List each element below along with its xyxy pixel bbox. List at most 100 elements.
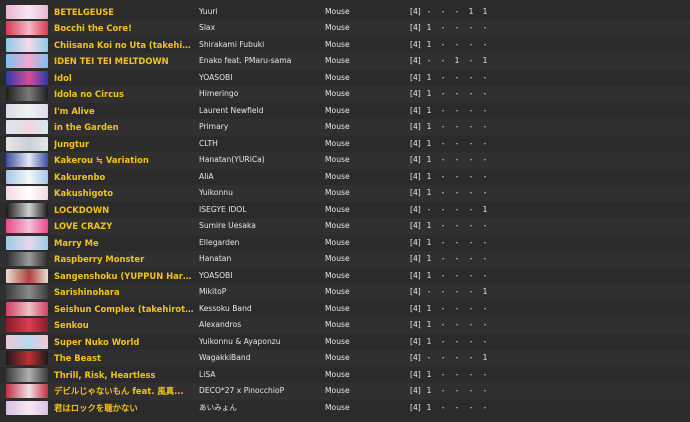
count-cell: 1 [426,369,432,379]
table-row[interactable]: Super Nuko World Yuikonnu & Ayaponzu Mouse… [0,334,690,351]
input-device: Mouse [325,155,350,164]
count-cell: - [483,171,487,181]
table-row[interactable]: LOVE CRAZY Sumire Uesaka Mouse [4] 1- - - - [0,218,690,235]
table-row[interactable]: I'm Alive Laurent Newfield Mouse [4] 1- - - - [0,103,690,120]
count-cell: - [469,23,473,32]
song-jacket-thumbnail [6,384,48,398]
count-cell: - [441,270,445,280]
input-device: Mouse [325,138,350,148]
count-cell: 1 [426,237,432,247]
table-row[interactable]: 君はロックを聴かない あいみょん Mouse [4] 1- - - - [0,400,690,417]
count-cell: 1 [482,353,488,362]
difficulty-level: [4] [410,188,421,197]
song-title[interactable]: in the Garden [54,119,194,136]
table-row[interactable]: Marry Me Ellegarden Mouse [4] 1- - - - [0,235,690,252]
song-artist: MikitoP [199,287,227,296]
song-title[interactable]: Raspberry Monster [54,251,194,268]
song-title[interactable]: Senkou [54,317,194,334]
table-row[interactable]: Chiisana Koi no Uta (takehirotei ... Shir… [0,37,690,54]
song-title[interactable]: Bocchi the Core! [54,20,194,37]
table-row[interactable]: Senkou Alexandros Mouse [4] 1- - - - [0,317,690,334]
difficulty-level: [4] [410,39,421,49]
song-jacket-thumbnail [6,252,48,266]
song-title[interactable]: Marry Me [54,235,194,252]
song-title[interactable]: Idol [54,70,194,87]
input-device: Mouse [325,254,350,263]
table-row[interactable]: BETELGEUSE Yuuri Mouse [4] - - -1 1 [0,4,690,21]
input-device: Mouse [325,221,350,230]
count-cell: 1 [482,6,488,16]
song-title[interactable]: IDEN TEI TEI MELTDOWN [54,53,194,70]
song-title[interactable]: Jungtur [54,136,194,153]
table-row[interactable]: Idol YOASOBI Mouse [4] 1- - - - [0,70,690,87]
table-row[interactable]: Kakushigoto Yuikonnu Mouse [4] 1- - - - [0,185,690,202]
input-device: Mouse [325,303,350,313]
table-row[interactable]: The Beast WagakkiBand Mouse [4] - - - -1 [0,350,690,367]
song-jacket-thumbnail [6,301,48,316]
song-artist: Hanatan [199,254,232,263]
song-title[interactable]: Sangenshoku (YUPPUN Hardc... [54,268,194,285]
song-title[interactable]: Kakurenbo [54,169,194,186]
table-row[interactable]: Idola no Circus Himeringo Mouse [4] 1- - - - [0,86,690,103]
count-cell: - [483,254,487,263]
difficulty-level: [4] [410,155,421,164]
count-cell: - [469,122,473,131]
song-title[interactable]: 君はロックを聴かない [54,400,194,417]
table-row[interactable]: デビルじゃないもん feat. 風真... DECO*27 x Pinocchio… [0,383,690,400]
table-row[interactable]: LOCKDOWN ISEGYE IDOL Mouse [4] - - - -1 [0,202,690,219]
song-title[interactable]: Sarishinohara [54,284,194,301]
song-artist: Yuuri [199,6,218,16]
table-row[interactable]: Kakerou ≒ Variation Hanatan(YURiCa) Mouse [… [0,152,690,169]
difficulty-level: [4] [410,303,421,313]
input-device: Mouse [325,237,350,247]
song-jacket-thumbnail [6,334,48,349]
song-title[interactable]: Idola no Circus [54,86,194,103]
count-cell: 1 [426,155,432,164]
table-row[interactable]: Jungtur CLTH Mouse [4] 1- - - - [0,136,690,153]
song-artist: Yuikonnu [199,188,233,197]
table-row[interactable]: Raspberry Monster Hanatan Mouse [4] 1- - - - [0,251,690,268]
count-cell: - [455,287,459,296]
song-jacket-thumbnail [6,103,48,118]
song-jacket-thumbnail [6,285,48,299]
count-cell: - [441,155,445,164]
song-artist: YOASOBI [199,270,233,280]
difficulty-level: [4] [410,386,421,395]
count-cell: - [441,122,445,131]
song-title[interactable]: Super Nuko World [54,334,194,351]
song-jacket-thumbnail [6,70,48,85]
count-cell: - [441,171,445,181]
count-cell: - [469,105,473,115]
song-jacket-thumbnail [6,21,48,35]
song-title[interactable]: Kakerou ≒ Variation [54,152,194,169]
count-cell: 1 [482,56,488,65]
table-row[interactable]: Bocchi the Core! Slax Mouse [4] 1- - - - [0,20,690,37]
input-device: Mouse [325,6,350,16]
table-row[interactable]: Seishun Complex (takehirotei h... Kessoku… [0,301,690,318]
table-row[interactable]: IDEN TEI TEI MELTDOWN Enako feat. PMaru-s… [0,53,690,70]
table-row[interactable]: Sarishinohara MikitoP Mouse [4] - - - -1 [0,284,690,301]
song-title[interactable]: Thrill, Risk, Heartless [54,367,194,384]
count-cell: 1 [426,402,432,412]
count-cell: - [455,237,459,247]
song-artist: Ellegarden [199,237,240,247]
song-title[interactable]: Kakushigoto [54,185,194,202]
input-device: Mouse [325,287,350,296]
song-title[interactable]: BETELGEUSE [54,4,194,21]
song-jacket-thumbnail [6,351,48,365]
song-title[interactable]: Seishun Complex (takehirotei h... [54,301,194,318]
song-title[interactable]: Chiisana Koi no Uta (takehirotei ... [54,37,194,54]
song-title[interactable]: LOVE CRAZY [54,218,194,235]
song-title[interactable]: LOCKDOWN [54,202,194,219]
song-title[interactable]: The Beast [54,350,194,367]
song-title[interactable]: I'm Alive [54,103,194,120]
input-device: Mouse [325,270,350,280]
difficulty-level: [4] [410,336,421,346]
table-row[interactable]: Sangenshoku (YUPPUN Hardc... YOASOBI Mouse… [0,268,690,285]
count-cell: - [483,237,487,247]
table-row[interactable]: in the Garden Primary Mouse [4] 1- - - - [0,119,690,136]
table-row[interactable]: Kakurenbo AliA Mouse [4] 1- - - - [0,169,690,186]
table-row[interactable]: Thrill, Risk, Heartless LiSA Mouse [4] 1- - - - [0,367,690,384]
song-artist: Himeringo [199,89,239,98]
song-title[interactable]: デビルじゃないもん feat. 風真... [54,383,194,400]
